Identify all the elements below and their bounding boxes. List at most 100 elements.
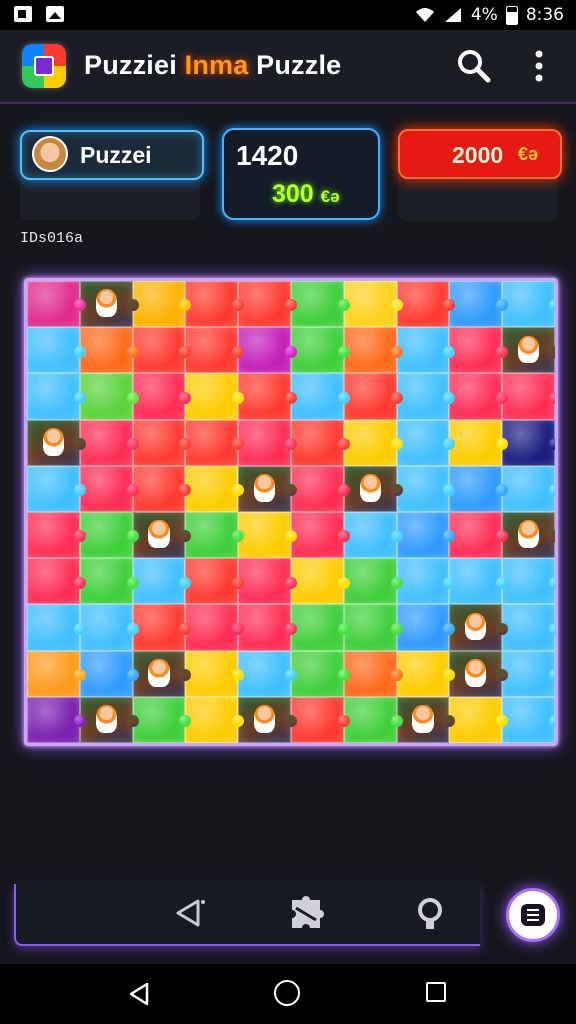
puzzle-piece[interactable]	[449, 419, 503, 466]
puzzle-piece-image[interactable]	[79, 696, 133, 743]
puzzle-piece[interactable]	[449, 696, 503, 743]
puzzle-piece[interactable]	[290, 419, 344, 466]
puzzle-piece[interactable]	[27, 465, 80, 512]
puzzle-piece[interactable]	[290, 512, 344, 559]
puzzle-piece[interactable]	[79, 650, 133, 697]
puzzle-piece[interactable]	[185, 696, 239, 743]
puzzle-piece[interactable]	[449, 465, 503, 512]
puzzle-piece[interactable]	[132, 373, 186, 420]
puzzle-piece[interactable]	[343, 558, 397, 605]
puzzle-piece[interactable]	[396, 604, 450, 651]
puzzle-piece-image[interactable]	[449, 604, 503, 651]
system-home-icon[interactable]	[274, 980, 300, 1006]
puzzle-piece[interactable]	[79, 327, 133, 374]
puzzle-piece[interactable]	[396, 281, 450, 328]
puzzle-piece[interactable]	[238, 512, 291, 559]
puzzle-piece[interactable]	[502, 696, 555, 743]
puzzle-piece-image[interactable]	[502, 327, 555, 374]
puzzle-piece[interactable]	[185, 465, 239, 512]
puzzle-piece-image[interactable]	[343, 465, 397, 512]
puzzle-piece[interactable]	[27, 650, 80, 697]
puzzle-piece[interactable]	[238, 650, 291, 697]
puzzle-piece[interactable]	[238, 558, 291, 605]
puzzle-piece[interactable]	[343, 650, 397, 697]
puzzle-piece[interactable]	[290, 465, 344, 512]
puzzle-piece[interactable]	[502, 281, 555, 328]
puzzle-piece[interactable]	[238, 604, 291, 651]
puzzle-piece[interactable]	[238, 419, 291, 466]
puzzle-piece[interactable]	[79, 373, 133, 420]
puzzle-piece[interactable]	[343, 373, 397, 420]
puzzle-piece[interactable]	[396, 558, 450, 605]
puzzle-piece-image[interactable]	[238, 696, 291, 743]
puzzle-piece[interactable]	[79, 465, 133, 512]
puzzle-piece-image[interactable]	[27, 419, 80, 466]
puzzle-piece[interactable]	[502, 604, 555, 651]
puzzle-piece[interactable]	[290, 327, 344, 374]
puzzle-piece[interactable]	[343, 512, 397, 559]
system-back-icon[interactable]	[128, 982, 150, 1006]
puzzle-piece[interactable]	[343, 419, 397, 466]
puzzle-piece[interactable]	[290, 696, 344, 743]
puzzle-piece[interactable]	[396, 419, 450, 466]
puzzle-piece[interactable]	[343, 327, 397, 374]
puzzle-piece[interactable]	[27, 696, 80, 743]
puzzle-piece[interactable]	[343, 696, 397, 743]
puzzle-piece[interactable]	[502, 558, 555, 605]
puzzle-piece[interactable]	[290, 281, 344, 328]
puzzle-piece[interactable]	[185, 327, 239, 374]
puzzle-piece-image[interactable]	[396, 696, 450, 743]
puzzle-piece[interactable]	[132, 327, 186, 374]
puzzle-piece-image[interactable]	[132, 650, 186, 697]
puzzle-piece[interactable]	[27, 327, 80, 374]
puzzle-piece[interactable]	[238, 327, 291, 374]
puzzle-piece[interactable]	[185, 512, 239, 559]
puzzle-piece-image[interactable]	[502, 512, 555, 559]
puzzle-piece-image[interactable]	[238, 465, 291, 512]
search-icon[interactable]	[456, 48, 492, 84]
back-icon[interactable]	[172, 898, 206, 928]
puzzle-piece[interactable]	[132, 696, 186, 743]
puzzle-piece[interactable]	[238, 281, 291, 328]
puzzle-piece[interactable]	[502, 373, 555, 420]
puzzle-piece[interactable]	[290, 604, 344, 651]
puzzle-piece[interactable]	[185, 604, 239, 651]
puzzle-piece[interactable]	[79, 512, 133, 559]
puzzle-piece[interactable]	[396, 327, 450, 374]
puzzle-board[interactable]	[24, 278, 558, 746]
puzzle-piece[interactable]	[396, 650, 450, 697]
puzzle-piece-image[interactable]	[79, 281, 133, 328]
puzzle-piece[interactable]	[396, 373, 450, 420]
more-vert-icon[interactable]	[524, 48, 554, 84]
puzzle-piece[interactable]	[449, 327, 503, 374]
puzzle-piece[interactable]	[396, 512, 450, 559]
puzzle-piece[interactable]	[79, 604, 133, 651]
puzzle-piece[interactable]	[185, 373, 239, 420]
user-panel[interactable]: Puzzei	[20, 130, 204, 180]
puzzle-piece[interactable]	[27, 604, 80, 651]
puzzle-piece[interactable]	[290, 373, 344, 420]
puzzle-piece[interactable]	[132, 558, 186, 605]
puzzle-piece[interactable]	[502, 650, 555, 697]
puzzle-piece-image[interactable]	[132, 512, 186, 559]
puzzle-piece[interactable]	[502, 419, 555, 466]
puzzle-piece[interactable]	[449, 512, 503, 559]
menu-button[interactable]	[506, 888, 560, 942]
puzzle-piece[interactable]	[27, 281, 80, 328]
puzzle-piece[interactable]	[185, 558, 239, 605]
puzzle-piece[interactable]	[290, 650, 344, 697]
puzzle-piece[interactable]	[27, 512, 80, 559]
puzzle-piece[interactable]	[132, 465, 186, 512]
puzzle-piece[interactable]	[449, 281, 503, 328]
puzzle-pieces-icon[interactable]	[286, 896, 326, 932]
puzzle-piece[interactable]	[343, 604, 397, 651]
puzzle-piece[interactable]	[502, 465, 555, 512]
puzzle-piece[interactable]	[185, 281, 239, 328]
puzzle-piece[interactable]	[132, 281, 186, 328]
hint-bulb-icon[interactable]	[412, 896, 448, 932]
puzzle-piece[interactable]	[79, 558, 133, 605]
puzzle-piece[interactable]	[449, 558, 503, 605]
puzzle-piece[interactable]	[396, 465, 450, 512]
system-recents-icon[interactable]	[426, 982, 446, 1002]
puzzle-piece[interactable]	[79, 419, 133, 466]
